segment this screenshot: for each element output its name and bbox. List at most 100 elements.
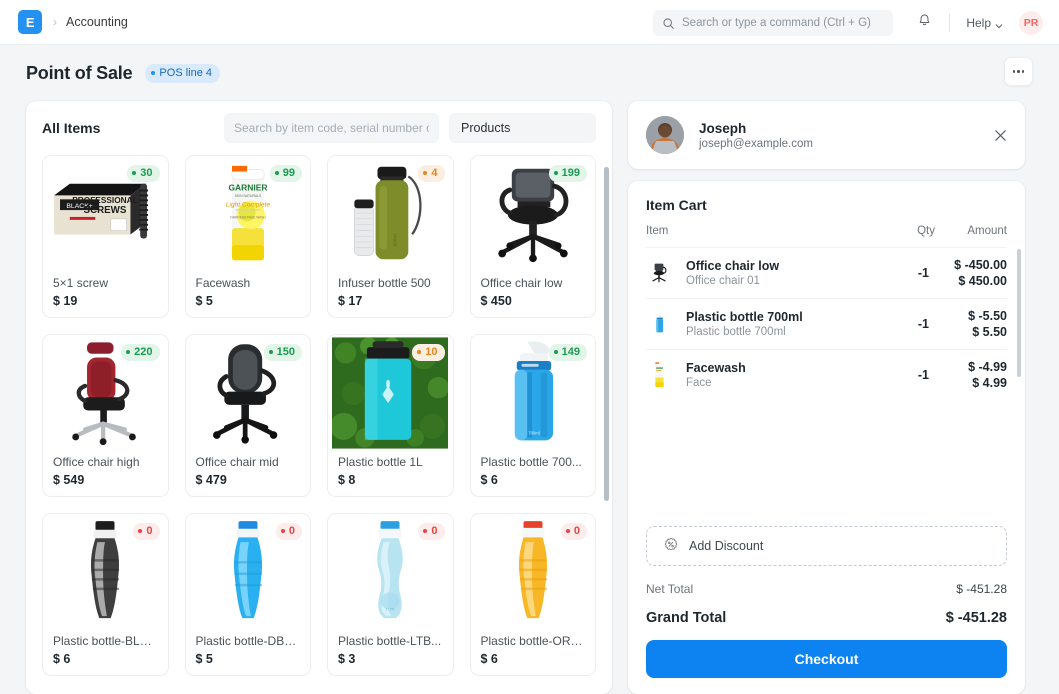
cart-item-thumbnail xyxy=(646,360,672,390)
product-card[interactable]: 220 Office chair high $ 549 xyxy=(42,334,169,497)
cart-item-qty[interactable]: -1 xyxy=(889,368,929,382)
product-info: 5×1 screw $ 19 xyxy=(43,271,168,308)
product-name: Plastic bottle-BLK... xyxy=(53,634,158,648)
stock-dot-icon xyxy=(274,171,279,175)
product-price: $ 17 xyxy=(338,294,363,308)
cart-item-description: Face xyxy=(686,377,712,389)
product-card[interactable]: GARNIER SKIN NATURALS Light Complete FAI… xyxy=(184,155,311,318)
cart-scrollbar[interactable] xyxy=(1017,249,1021,377)
stock-badge: 99 xyxy=(269,165,302,182)
global-search-input[interactable] xyxy=(682,17,884,29)
stock-badge: 10 xyxy=(412,344,445,361)
product-price: $ 5 xyxy=(195,294,213,308)
cart-item-name: Office chair low xyxy=(686,259,780,273)
stock-count: 0 xyxy=(146,525,153,537)
svg-text:GARNIER: GARNIER xyxy=(228,182,267,192)
global-search[interactable] xyxy=(653,10,893,36)
product-card[interactable]: 10 Plastic bottle 1L $ 8 xyxy=(327,334,454,497)
item-group-select-value: Products xyxy=(461,121,511,135)
app-logo[interactable]: E xyxy=(18,10,42,34)
product-card[interactable]: 700ml 149 Plastic bottle 700... $ 6 xyxy=(469,334,596,497)
stock-count: 220 xyxy=(134,346,153,358)
close-icon[interactable] xyxy=(991,126,1009,144)
status-badge-label: POS line 4 xyxy=(159,66,213,79)
user-avatar-initials: PR xyxy=(1023,16,1039,29)
net-total-value: $ -451.28 xyxy=(956,582,1007,596)
cart-item-rate: $ -5.50 xyxy=(968,309,1007,323)
cart-item-total: $ 450.00 xyxy=(958,274,1007,288)
stock-dot-icon xyxy=(268,350,273,354)
product-name: Plastic bottle-ORG... xyxy=(480,634,586,648)
checkout-button[interactable]: Checkout xyxy=(646,640,1007,678)
cart-column: Joseph joseph@example.com Item Cart Item… xyxy=(628,101,1025,694)
item-search[interactable] xyxy=(224,113,439,143)
items-grid-scrollbar[interactable] xyxy=(604,167,609,501)
item-search-input[interactable] xyxy=(234,121,429,135)
product-card[interactable]: 500ml 4 Infuser bottle 500 $ 17 xyxy=(327,155,454,318)
stock-dot-icon xyxy=(138,529,143,533)
cart-item-rate: $ -4.99 xyxy=(968,360,1007,374)
items-grid-scroll[interactable]: BLACK+ PROFESSIONAL SCREWS 30 5×1 screw $ … xyxy=(26,155,612,694)
add-discount-button[interactable]: Add Discount xyxy=(646,526,1007,566)
stock-badge: 199 xyxy=(548,165,587,182)
net-total-label: Net Total xyxy=(646,582,694,596)
app-logo-letter: E xyxy=(25,14,35,30)
items-grid: BLACK+ PROFESSIONAL SCREWS 30 5×1 screw $ … xyxy=(42,155,596,676)
items-panel: All Items Products BLACK+ PROFESSIONAL S… xyxy=(26,101,612,694)
product-name: Office chair high xyxy=(53,455,140,469)
cart-item-thumbnail xyxy=(646,258,672,288)
product-card[interactable]: 199 Office chair low $ 450 xyxy=(469,155,596,318)
product-info: Office chair mid $ 479 xyxy=(186,450,311,487)
stock-badge: 0 xyxy=(418,523,445,540)
cart-item-description: Office chair 01 xyxy=(686,275,760,287)
stock-count: 0 xyxy=(573,525,580,537)
product-name: Facewash xyxy=(195,276,251,290)
product-info: Plastic bottle-ORG... $ 6 xyxy=(471,629,596,666)
ellipsis-icon-dot-1 xyxy=(1012,70,1016,73)
stock-dot-icon xyxy=(280,529,285,533)
product-card[interactable]: 0 Plastic bottle-BLK... $ 6 xyxy=(42,513,169,676)
stock-badge: 0 xyxy=(275,523,302,540)
product-card[interactable]: 0 Plastic bottle-DBL... $ 5 xyxy=(184,513,311,676)
product-price: $ 19 xyxy=(53,294,78,308)
cart-item-amount: $ -450.00 $ 450.00 xyxy=(929,258,1007,288)
user-avatar[interactable]: PR xyxy=(1019,10,1043,35)
product-price: $ 549 xyxy=(53,473,85,487)
product-price: $ 479 xyxy=(195,473,227,487)
product-card[interactable]: BLACK+ PROFESSIONAL SCREWS 30 5×1 screw $ … xyxy=(42,155,169,318)
customer-name: Joseph xyxy=(699,120,747,136)
page-header: Point of Sale POS line 4 xyxy=(0,45,1059,101)
help-menu-button[interactable]: Help xyxy=(962,13,1007,33)
ellipsis-icon-dot-3 xyxy=(1021,70,1025,73)
item-group-select[interactable]: Products xyxy=(449,113,596,143)
cart-col-amount: Amount xyxy=(967,225,1007,237)
stock-badge: 0 xyxy=(560,523,587,540)
cart-item-qty[interactable]: -1 xyxy=(889,317,929,331)
product-name: Office chair low xyxy=(480,276,563,290)
svg-text:PROFESSIONAL: PROFESSIONAL xyxy=(73,195,138,205)
product-price: $ 6 xyxy=(53,652,71,666)
cart-row[interactable]: Facewash Face -1 $ -4.99 $ 4.99 xyxy=(646,349,1007,400)
cart-col-item: Item xyxy=(646,225,669,237)
product-price: $ 3 xyxy=(338,652,356,666)
cart-row[interactable]: Plastic bottle 700ml Plastic bottle 700ml… xyxy=(646,298,1007,349)
product-card[interactable]: 150 Office chair mid $ 479 xyxy=(184,334,311,497)
stock-count: 0 xyxy=(288,525,295,537)
product-card[interactable]: 0 Plastic bottle-ORG... $ 6 xyxy=(469,513,596,676)
customer-card[interactable]: Joseph joseph@example.com xyxy=(628,101,1025,169)
status-badge: POS line 4 xyxy=(145,63,221,83)
product-name: Infuser bottle 500 xyxy=(338,276,431,290)
items-panel-title: All Items xyxy=(42,120,101,136)
breadcrumb-accounting[interactable]: Accounting xyxy=(66,15,128,29)
product-name: Plastic bottle-DBL... xyxy=(195,634,301,648)
navbar-right-actions: Help PR xyxy=(911,0,1043,45)
product-info: Plastic bottle 1L $ 8 xyxy=(328,450,453,487)
stock-badge: 4 xyxy=(418,165,445,182)
page-menu-button[interactable] xyxy=(1004,57,1033,86)
cart-item-qty[interactable]: -1 xyxy=(889,266,929,280)
cart-row[interactable]: Office chair low Office chair 01 -1 $ -450.… xyxy=(646,247,1007,298)
notifications-button[interactable] xyxy=(911,10,937,36)
product-price: $ 8 xyxy=(338,473,356,487)
product-card[interactable]: 1 LTR 0 Plastic bottle-LTB... $ 3 xyxy=(327,513,454,676)
cart-col-qty: Qty xyxy=(917,225,935,237)
